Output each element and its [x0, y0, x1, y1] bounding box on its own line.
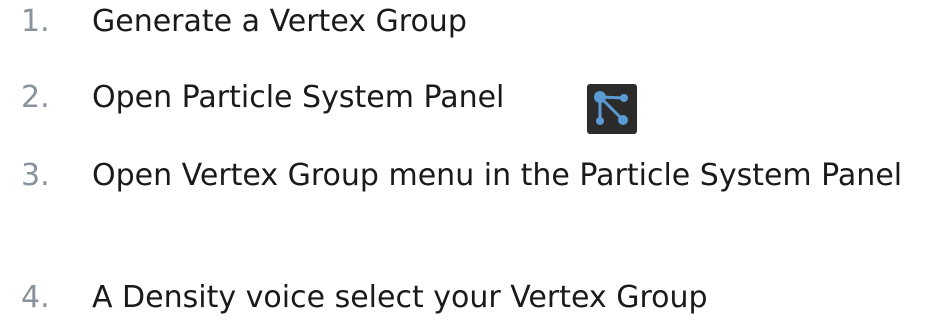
step-item: 3. Open Vertex Group menu in the Particl… [21, 154, 912, 197]
step-text: Open Particle System Panel [92, 80, 505, 115]
step-number: 1. [21, 4, 50, 39]
step-item: 4. A Density voice select your Vertex Gr… [21, 276, 708, 319]
particle-system-icon-graphic [594, 91, 628, 125]
step-text: A Density voice select your Vertex Group [92, 280, 708, 315]
step-text: Open Vertex Group menu in the Particle S… [92, 158, 903, 193]
step-number: 2. [21, 80, 50, 115]
step-number: 3. [21, 158, 50, 193]
particle-system-icon [587, 84, 637, 134]
step-text: Generate a Vertex Group [92, 4, 467, 39]
step-item: 1. Generate a Vertex Group [21, 0, 467, 43]
steps-list: 1. Generate a Vertex Group 2. Open Parti… [0, 0, 933, 332]
step-number: 4. [21, 280, 50, 315]
step-item: 2. Open Particle System Panel [21, 76, 504, 119]
